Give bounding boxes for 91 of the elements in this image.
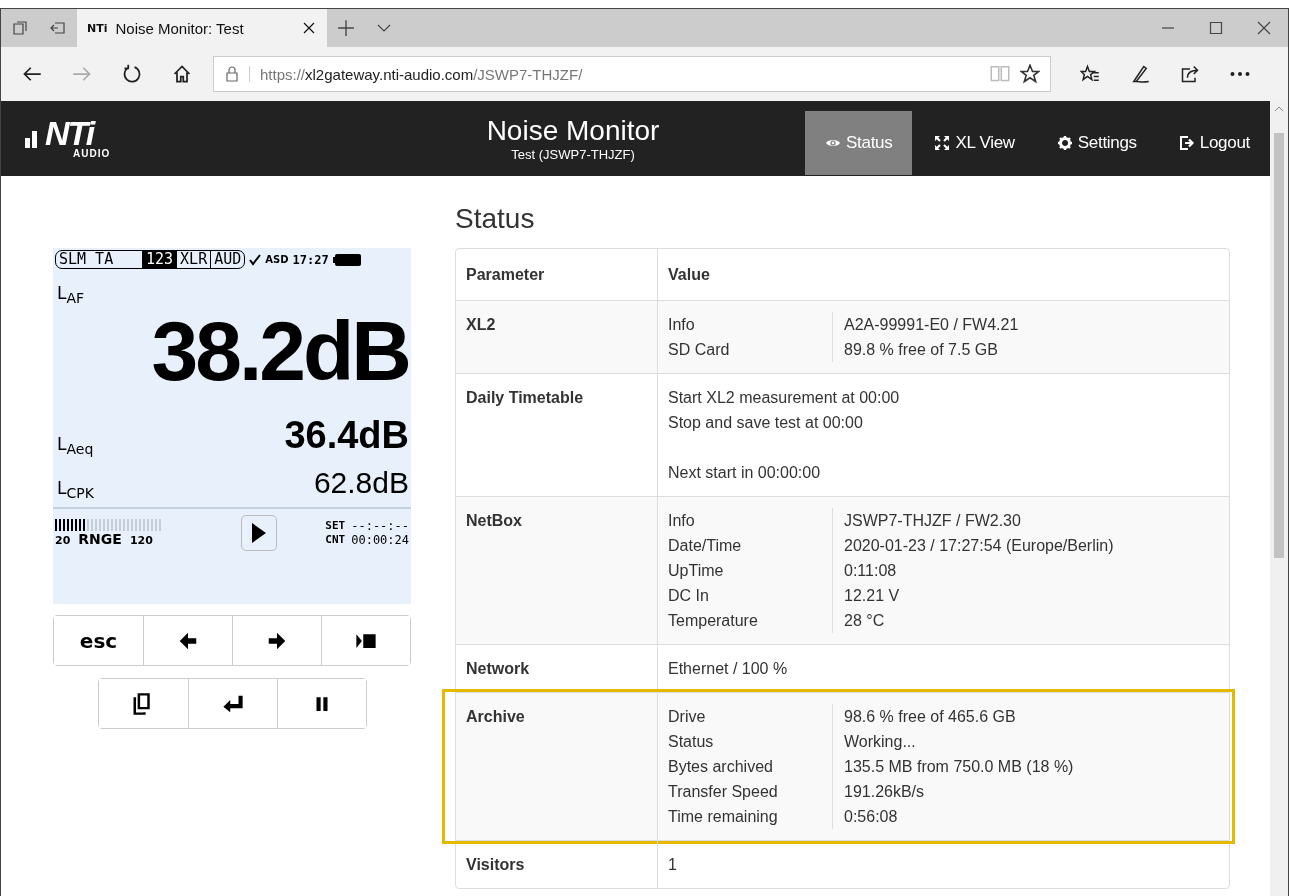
star-icon[interactable]	[1020, 64, 1040, 84]
parameter-name: Network	[465, 659, 531, 679]
logo-subtext: AUDIO	[73, 147, 111, 160]
field-label: DC In	[668, 583, 833, 608]
field-label: UpTime	[668, 558, 833, 583]
column-header: Parameter	[465, 265, 546, 285]
mode-indicator: XLR	[176, 251, 211, 268]
check-icon	[249, 253, 262, 266]
url-text: https://xl2gateway.nti-audio.com/JSWP7-THJZF/	[260, 65, 584, 83]
expand-icon	[934, 135, 951, 151]
range-label: RNGE	[78, 531, 122, 547]
app-title: Noise Monitor	[486, 115, 660, 147]
field-value: 89.8 % free of 7.5 GB	[843, 340, 999, 360]
parameter-name: Visitors	[465, 855, 526, 875]
cell-value: 1	[668, 856, 677, 873]
field-label: Date/Time	[668, 533, 833, 558]
count-time: 00:00:24	[351, 533, 409, 547]
set-time: --:--:--	[351, 519, 409, 533]
nav-link[interactable]: Settings	[1036, 111, 1157, 175]
mode-indicator: 123	[142, 251, 177, 268]
gear-icon	[1056, 135, 1073, 151]
parameter-name: Daily Timetable	[465, 388, 585, 408]
field-label: Bytes archived	[668, 754, 833, 779]
mode-indicator: AUD	[210, 251, 245, 268]
logout-icon	[1178, 135, 1195, 151]
browser-tab[interactable]: NTi Noise Monitor: Test	[77, 9, 327, 47]
field-value: 28 °C	[843, 611, 886, 631]
tab-preview-icon[interactable]	[50, 20, 66, 36]
field-label: Info	[668, 508, 833, 533]
measurement-label: L$_{Aeq}$	[57, 433, 94, 457]
parameter-name: NetBox	[465, 511, 523, 531]
scroll-up-icon[interactable]	[1274, 105, 1284, 113]
range-high: 120	[129, 534, 153, 547]
home-icon[interactable]	[172, 64, 192, 84]
field-value: 0:11:08	[843, 561, 898, 581]
maximize-icon[interactable]	[1208, 20, 1224, 36]
measurement-value: 62.8dB	[313, 465, 409, 501]
parameter-name: XL2	[465, 315, 497, 335]
count-label: CNT	[325, 533, 346, 547]
battery-icon	[332, 253, 361, 266]
tab-favicon: NTi	[87, 21, 108, 35]
field-label: Transfer Speed	[668, 779, 833, 804]
scrollbar[interactable]	[1270, 101, 1288, 896]
field-value: 98.6 % free of 465.6 GB	[843, 707, 1017, 727]
device-clock: 17:27	[292, 252, 329, 267]
lock-icon	[224, 66, 240, 82]
measurement-label: L$_{CPK}$	[57, 477, 94, 501]
pause-key[interactable]	[276, 679, 366, 728]
field-label: Drive	[668, 704, 833, 729]
field-value: JSWP7-THJZF / FW2.30	[843, 511, 1022, 531]
address-bar[interactable]: https://xl2gateway.nti-audio.com/JSWP7-THJZF/	[213, 56, 1051, 92]
share-icon[interactable]	[1180, 64, 1200, 84]
close-icon[interactable]	[1256, 20, 1272, 36]
set-label: SET	[325, 519, 346, 533]
field-label: Temperature	[668, 608, 833, 633]
nav-link[interactable]: Logout	[1158, 111, 1270, 175]
field-value: 12.21 V	[843, 586, 901, 606]
field-value: 0:56:08	[843, 807, 899, 827]
field-value: Working...	[843, 732, 917, 752]
logo-text: NTi	[45, 117, 94, 148]
play-stop-key[interactable]	[321, 616, 410, 665]
asd-indicator: ASD	[265, 254, 289, 265]
schedule-line: Stop and save test at 00:00	[668, 413, 864, 433]
measurement-label: L$_{AF}$	[57, 283, 85, 307]
range-low: 20	[55, 534, 71, 547]
tab-set-icon[interactable]	[12, 20, 28, 36]
field-label: Info	[668, 312, 833, 337]
plus-icon[interactable]	[337, 19, 355, 37]
measurement-value: 38.2dB	[151, 306, 409, 397]
field-label: Time remaining	[668, 804, 833, 829]
field-value: 191.26kB/s	[843, 782, 926, 802]
schedule-line: Next start in 00:00:00	[668, 463, 822, 483]
field-label: SD Card	[668, 337, 833, 362]
nav-link[interactable]: XL View	[914, 111, 1035, 175]
field-value: 2020-01-23 / 17:27:54 (Europe/Berlin)	[843, 536, 1115, 556]
field-value: 135.5 MB from 750.0 MB (18 %)	[843, 757, 1075, 777]
play-icon	[252, 523, 266, 543]
mode-indicator: SLM TA	[58, 251, 115, 268]
close-icon[interactable]	[301, 20, 317, 36]
page-title: Status	[455, 202, 536, 236]
field-value: A2A-99991-E0 / FW4.21	[843, 315, 1020, 335]
cell-value: Ethernet / 100 %	[668, 660, 788, 677]
favorites-icon[interactable]	[1080, 64, 1100, 84]
pen-icon[interactable]	[1130, 64, 1150, 84]
field-label: Status	[668, 729, 833, 754]
measurement-value: 36.4dB	[284, 413, 409, 457]
schedule-line: Start XL2 measurement at 00:00	[668, 388, 901, 408]
nav-link[interactable]: Status	[805, 111, 913, 175]
refresh-icon[interactable]	[122, 64, 142, 84]
app-subtitle: Test (JSWP7-THJZF)	[511, 147, 635, 162]
parameter-name: Archive	[465, 707, 526, 727]
